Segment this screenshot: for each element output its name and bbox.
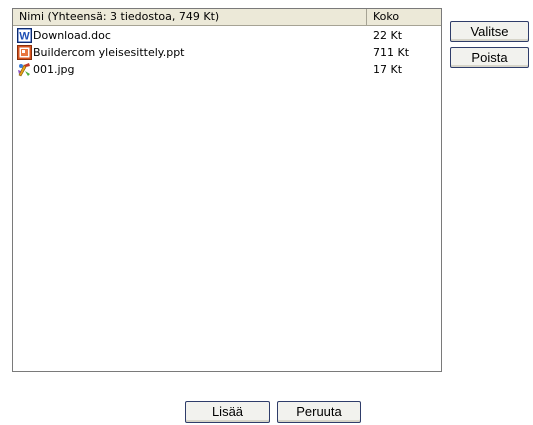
file-rows: W Download.doc 22 Kt Buildercom yleisesi…	[13, 27, 441, 78]
size-column-header[interactable]: Koko	[368, 9, 441, 25]
file-list-header: Nimi (Yhteensä: 3 tiedostoa, 749 Kt) Kok…	[13, 9, 441, 26]
file-name-cell: Buildercom yleisesittely.ppt	[17, 44, 185, 61]
cancel-button[interactable]: Peruuta	[277, 401, 361, 423]
file-size: 17 Kt	[373, 63, 403, 76]
file-name: Download.doc	[33, 29, 111, 42]
name-column-header[interactable]: Nimi (Yhteensä: 3 tiedostoa, 749 Kt)	[13, 9, 367, 25]
file-size: 711 Kt	[373, 46, 410, 59]
file-row[interactable]: W Download.doc 22 Kt	[13, 27, 441, 44]
file-name: 001.jpg	[33, 63, 75, 76]
image-file-icon	[17, 62, 32, 77]
file-attachment-dialog: Nimi (Yhteensä: 3 tiedostoa, 749 Kt) Kok…	[0, 0, 533, 425]
word-document-icon: W	[17, 28, 32, 43]
file-list[interactable]: Nimi (Yhteensä: 3 tiedostoa, 749 Kt) Kok…	[12, 8, 442, 372]
powerpoint-document-icon	[17, 45, 32, 60]
file-name-cell: W Download.doc	[17, 27, 111, 44]
svg-text:W: W	[19, 31, 30, 43]
file-name-cell: 001.jpg	[17, 61, 75, 78]
remove-button[interactable]: Poista	[450, 47, 529, 68]
file-size: 22 Kt	[373, 29, 403, 42]
file-row[interactable]: 001.jpg 17 Kt	[13, 61, 441, 78]
select-button[interactable]: Valitse	[450, 21, 529, 42]
add-button[interactable]: Lisää	[185, 401, 270, 423]
file-name: Buildercom yleisesittely.ppt	[33, 46, 185, 59]
file-row[interactable]: Buildercom yleisesittely.ppt 711 Kt	[13, 44, 441, 61]
